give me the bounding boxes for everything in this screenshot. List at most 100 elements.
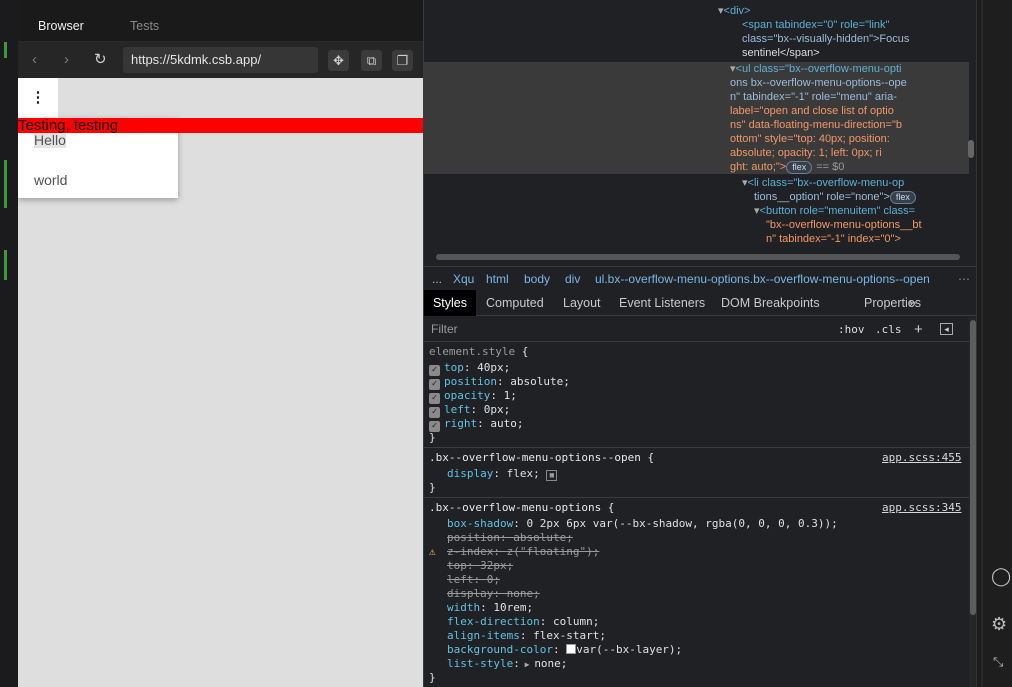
copy-icon[interactable]: ⧉ xyxy=(361,50,382,71)
style-prop[interactable]: ✓ opacity: 1; xyxy=(429,389,517,404)
breadcrumb-overflow[interactable]: ⋯ xyxy=(958,267,970,291)
tree-line[interactable]: ▾<div> xyxy=(718,4,750,18)
test-banner: Testing, testing xyxy=(18,118,423,133)
browser-toolbar: ‹ › ↻ https://5kdmk.csb.app/ ✥ ⧉ ❐ xyxy=(18,42,423,78)
breadcrumb-item[interactable]: html xyxy=(486,267,509,291)
tree-line[interactable]: ght: auto;"> flex == $0 xyxy=(730,160,844,174)
gear-icon[interactable]: ⚙ xyxy=(991,614,1007,635)
style-prop[interactable]: ✓ position: absolute; xyxy=(429,375,570,390)
flex-badge[interactable]: flex xyxy=(786,161,813,174)
flex-badge[interactable]: flex xyxy=(889,191,916,204)
styles-pane: element.style { ✓ top: 40px; ✓ position: a… xyxy=(424,343,969,687)
tree-line[interactable]: ns" data-floating-menu-direction="b xyxy=(730,118,902,132)
tab-layout[interactable]: Layout xyxy=(563,290,601,316)
expand-arrow-icon[interactable]: ▶ xyxy=(520,660,534,669)
elements-tree: ▾<div> <span tabindex="0" role="link" cl… xyxy=(424,0,977,262)
status-marker xyxy=(4,160,7,208)
menu-item-world[interactable]: world xyxy=(34,172,67,188)
forward-arrow-icon[interactable]: › xyxy=(64,42,69,78)
style-prop[interactable]: list-style: ▶ none; xyxy=(447,657,567,672)
style-prop[interactable]: display: flex; ▦ xyxy=(447,467,558,481)
rule-close: } xyxy=(429,431,436,444)
tab-browser[interactable]: Browser xyxy=(38,19,84,33)
browser-tab-bar: Browser Tests xyxy=(18,0,423,42)
tree-line[interactable]: sentinel</span> xyxy=(742,46,820,60)
rule-close: } xyxy=(429,481,436,494)
more-tabs-icon[interactable]: » xyxy=(909,290,916,316)
tree-line[interactable]: ottom" style="top: 40px; position: xyxy=(730,132,890,146)
style-prop-overridden[interactable]: top: 32px; xyxy=(447,559,513,573)
style-prop-overridden[interactable]: display: none; xyxy=(447,587,540,601)
tab-event-listeners[interactable]: Event Listeners xyxy=(619,290,705,316)
devtools-panel: ▾<div> <span tabindex="0" role="link" cl… xyxy=(423,0,977,687)
rule-selector[interactable]: .bx--overflow-menu-options--open { xyxy=(429,451,654,465)
warning-icon[interactable]: ⚠ xyxy=(429,545,436,559)
status-marker xyxy=(4,250,7,280)
style-prop-overridden[interactable]: position: absolute; xyxy=(447,531,573,545)
style-prop-overridden[interactable]: left: 0; xyxy=(447,573,500,587)
tab-dom-breakpoints[interactable]: DOM Breakpoints xyxy=(721,290,820,316)
styles-tab-bar: Styles Computed Layout Event Listeners D… xyxy=(424,290,977,316)
address-bar[interactable]: https://5kdmk.csb.app/ xyxy=(123,47,318,73)
collapse-icon[interactable]: ⤡ xyxy=(993,654,1003,670)
browser-panel: Browser Tests ‹ › ↻ https://5kdmk.csb.ap… xyxy=(18,0,423,687)
breadcrumb-item[interactable]: ul.bx--overflow-menu-options.bx--overflo… xyxy=(595,267,930,291)
tree-line[interactable]: absolute; opacity: 1; left: 0px; ri xyxy=(730,146,882,160)
rule-divider xyxy=(424,447,969,448)
reload-icon[interactable]: ↻ xyxy=(94,42,107,78)
flexbox-editor-icon[interactable]: ▦ xyxy=(546,470,558,481)
overflow-menu-button[interactable]: ⋮ xyxy=(18,78,58,118)
new-rule-button[interactable]: + xyxy=(914,317,923,342)
breadcrumb-item[interactable]: Xqu xyxy=(453,267,474,291)
style-prop[interactable]: ✓ top: 40px; xyxy=(429,361,510,376)
breadcrumb-item[interactable]: body xyxy=(524,267,550,291)
tree-line[interactable]: ▾<button role="menuitem" class= xyxy=(754,204,915,218)
elements-scrollbar[interactable] xyxy=(968,140,974,158)
source-link[interactable]: app.scss:345 xyxy=(882,501,961,515)
style-prop[interactable]: align-items: flex-start; xyxy=(447,629,606,643)
tab-styles[interactable]: Styles xyxy=(424,290,476,316)
breadcrumb: ... Xqu html body div ul.bx--overflow-me… xyxy=(424,266,977,290)
tree-line[interactable]: <span tabindex="0" role="link" xyxy=(742,18,889,32)
breadcrumb-item[interactable]: div xyxy=(565,267,580,291)
back-arrow-icon[interactable]: ‹ xyxy=(32,42,37,78)
rule-selector[interactable]: .bx--overflow-menu-options { xyxy=(429,501,614,515)
right-edge-strip: ◯ ⚙ ⤡ xyxy=(976,0,1012,687)
rule-divider xyxy=(424,497,969,498)
new-window-icon[interactable]: ❐ xyxy=(392,50,413,71)
tree-line[interactable]: "bx--overflow-menu-options__bt xyxy=(766,218,922,232)
style-prop[interactable]: box-shadow: 0 2px 6px var(--bx-shadow, r… xyxy=(447,517,838,531)
rule-close: } xyxy=(429,671,436,684)
tab-computed[interactable]: Computed xyxy=(486,290,544,316)
hov-toggle[interactable]: :hov xyxy=(838,317,865,342)
move-icon[interactable]: ✥ xyxy=(328,50,349,71)
tree-line[interactable]: tions__option" role="none"> flex xyxy=(754,190,920,204)
left-edge-strip xyxy=(0,0,18,687)
tree-line[interactable]: class="bx--visually-hidden">Focus xyxy=(742,32,909,46)
style-prop[interactable]: ✓ right: auto; xyxy=(429,417,524,432)
tree-line[interactable]: ▾<li class="bx--overflow-menu-op xyxy=(742,176,904,190)
cls-toggle[interactable]: .cls xyxy=(875,317,902,342)
styles-filter-bar: Filter :hov .cls + ◂ xyxy=(424,317,969,342)
tree-line[interactable]: label="open and close list of optio xyxy=(730,104,894,118)
style-prop[interactable]: ✓ left: 0px; xyxy=(429,403,510,418)
toggle-sidebar-icon[interactable]: ◂ xyxy=(940,323,953,335)
style-prop[interactable]: width: 10rem; xyxy=(447,601,533,615)
menu-item-hello[interactable]: Hello xyxy=(34,132,66,148)
tree-line[interactable]: ons bx--overflow-menu-options--ope xyxy=(730,76,907,90)
rule-selector[interactable]: element.style { xyxy=(429,345,528,359)
tree-line[interactable]: n" tabindex="-1" role="menu" aria- xyxy=(730,90,897,104)
tree-line-selected[interactable]: ▾<ul class="bx--overflow-menu-opti xyxy=(730,62,901,76)
elements-horizontal-scrollbar[interactable] xyxy=(436,254,960,260)
source-link[interactable]: app.scss:455 xyxy=(882,451,961,465)
account-icon[interactable]: ◯ xyxy=(991,566,1011,587)
style-prop[interactable]: background-color: var(--bx-layer); xyxy=(447,643,682,657)
tab-tests[interactable]: Tests xyxy=(130,19,159,33)
page-viewport: ⋮ Hello world Testing, testing xyxy=(18,78,423,687)
style-prop[interactable]: flex-direction: column; xyxy=(447,615,599,629)
style-prop-overridden[interactable]: z-index: z("floating"); xyxy=(447,545,599,559)
tree-line[interactable]: n" tabindex="-1" index="0"> xyxy=(766,232,901,246)
breadcrumb-more[interactable]: ... xyxy=(432,267,442,291)
color-swatch-icon[interactable] xyxy=(566,644,577,654)
filter-input[interactable]: Filter xyxy=(431,317,458,342)
